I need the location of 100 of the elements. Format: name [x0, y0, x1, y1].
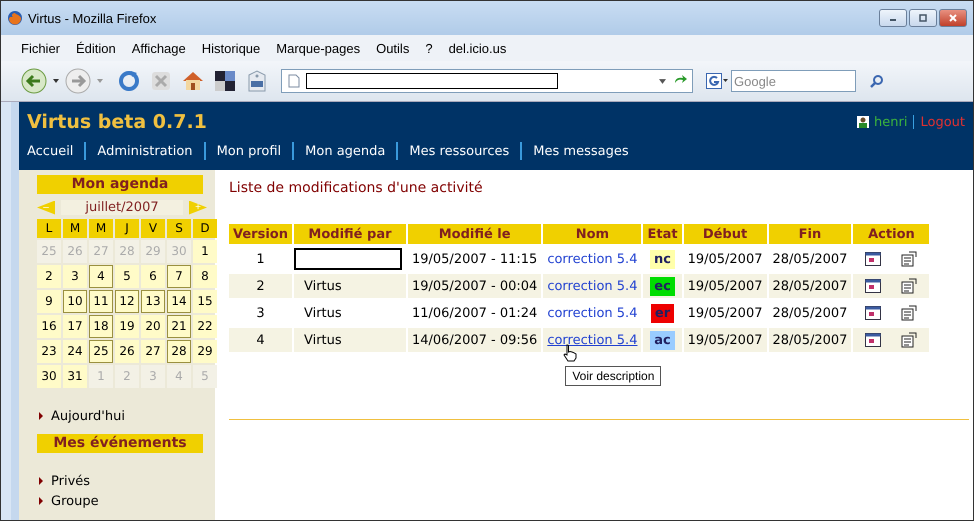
reload-icon[interactable]: [117, 69, 141, 93]
username-link[interactable]: henri: [874, 114, 908, 130]
state-badge: er: [650, 304, 674, 322]
sidebar-link[interactable]: Aujourd'hui: [51, 408, 125, 424]
table-cell: 19/05/2007: [684, 328, 766, 352]
address-bar[interactable]: [281, 69, 693, 93]
column-header: Fin: [768, 224, 852, 244]
nav-link[interactable]: Administration: [97, 144, 193, 158]
calendar-day[interactable]: 19: [115, 315, 139, 338]
activity-link[interactable]: correction 5.4: [547, 306, 638, 320]
calendar-day[interactable]: 1: [193, 240, 217, 263]
calendar-day[interactable]: 17: [63, 315, 87, 338]
menu-item[interactable]: Fichier: [21, 40, 60, 56]
table-cell-text: Virtus: [302, 278, 342, 294]
section-heading: Mon agenda: [37, 175, 203, 194]
table-cell-text: Virtus: [302, 306, 342, 320]
column-header: Action: [853, 224, 930, 244]
calendar-day[interactable]: 29: [193, 340, 217, 363]
weekday-header: L: [37, 219, 61, 238]
search-engine-icon[interactable]: [706, 73, 728, 89]
calendar-day[interactable]: 23: [37, 340, 61, 363]
tooltip: Voir description: [565, 366, 662, 386]
calendar-day[interactable]: 16: [37, 315, 61, 338]
dropdown-arrow-icon[interactable]: [659, 78, 666, 84]
calendar-day[interactable]: 2: [37, 265, 61, 288]
table-cell: 4: [229, 328, 292, 352]
calendar-day[interactable]: 26: [115, 340, 139, 363]
activity-link[interactable]: correction 5.4: [547, 252, 638, 266]
menu-item[interactable]: Édition: [76, 40, 116, 56]
edit-button[interactable]: [899, 330, 920, 350]
column-header: Version: [229, 224, 292, 244]
edit-button[interactable]: [899, 249, 920, 269]
bullet-icon: [39, 497, 43, 505]
table-cell: 2: [229, 274, 292, 298]
search-icon[interactable]: [870, 74, 884, 88]
section-heading: Mes événements: [37, 434, 203, 453]
table-cell: 19/05/2007: [684, 274, 766, 298]
calendar-day[interactable]: 22: [193, 315, 217, 338]
hand-cursor-icon: [563, 344, 578, 362]
calendar-day[interactable]: 7: [167, 265, 191, 288]
nav-link[interactable]: Mes messages: [533, 144, 629, 158]
view-button[interactable]: [863, 331, 884, 349]
calendar-day[interactable]: 4: [89, 265, 113, 288]
calendar-day[interactable]: 6: [141, 265, 165, 288]
calendar-day[interactable]: 24: [63, 340, 87, 363]
calendar-day[interactable]: 10: [63, 290, 87, 313]
edit-button[interactable]: [899, 303, 920, 323]
calendar-day[interactable]: 28: [167, 340, 191, 363]
menu-item[interactable]: Historique: [202, 40, 260, 56]
user-icon: [857, 116, 870, 128]
grid-icon[interactable]: [213, 69, 237, 93]
sidebar-link[interactable]: Groupe: [51, 494, 99, 508]
close-button[interactable]: [939, 9, 967, 27]
calendar-day[interactable]: 13: [141, 290, 165, 313]
calendar-day[interactable]: 9: [37, 290, 61, 313]
maximize-button[interactable]: [909, 9, 937, 27]
table-cell: 19/05/2007 - 00:04: [408, 274, 542, 298]
column-header: Modifié par: [294, 224, 406, 244]
table-cell: 14/06/2007 - 09:56: [408, 328, 542, 352]
calendar-day[interactable]: 30: [37, 365, 61, 388]
table-cell-text: 3: [255, 304, 266, 322]
home-icon[interactable]: [181, 69, 205, 93]
back-button[interactable]: [21, 68, 47, 94]
weekday-header: V: [141, 219, 165, 238]
menu-item[interactable]: ?: [425, 40, 433, 56]
calendar-day[interactable]: 12: [115, 290, 139, 313]
calendar-day[interactable]: 14: [167, 290, 191, 313]
menu-item[interactable]: Affichage: [132, 40, 186, 56]
calendar-day[interactable]: 11: [89, 290, 113, 313]
weekday-header: S: [167, 219, 191, 238]
calendar-day[interactable]: 27: [141, 340, 165, 363]
calendar-day[interactable]: 25: [89, 340, 113, 363]
calendar-day[interactable]: 20: [141, 315, 165, 338]
calendar-day[interactable]: 3: [63, 265, 87, 288]
view-button[interactable]: [863, 277, 884, 295]
dropdown-arrow-icon[interactable]: [53, 79, 59, 83]
nav-link[interactable]: Mon profil: [216, 144, 282, 158]
calendar-day[interactable]: 18: [89, 315, 113, 338]
menu-item[interactable]: Marque-pages: [276, 40, 360, 56]
search-field[interactable]: Google: [731, 70, 856, 92]
calendar-day[interactable]: 5: [115, 265, 139, 288]
view-button[interactable]: [863, 304, 884, 322]
nav-link[interactable]: Mes ressources: [409, 144, 510, 158]
nav-link[interactable]: Mon agenda: [305, 144, 386, 158]
column-header: Modifié le: [408, 224, 542, 244]
edit-button[interactable]: [899, 276, 920, 296]
menu-item[interactable]: del.icio.us: [448, 40, 506, 56]
calendar-day[interactable]: 8: [193, 265, 217, 288]
table-cell: 28/05/2007: [768, 328, 852, 352]
menu-item[interactable]: Outils: [376, 40, 410, 56]
nav-link[interactable]: Accueil: [27, 144, 74, 158]
calendar-day[interactable]: 21: [167, 315, 191, 338]
calendar-day[interactable]: 15: [193, 290, 217, 313]
weekday-header: D: [193, 219, 217, 238]
column-header: Nom: [543, 224, 642, 244]
calendar-day[interactable]: 31: [63, 365, 87, 388]
minimize-button[interactable]: [879, 9, 907, 27]
sidebar-link[interactable]: Privés: [51, 474, 90, 488]
view-button[interactable]: [863, 250, 884, 268]
table-cell-text: 28/05/2007: [772, 304, 848, 322]
